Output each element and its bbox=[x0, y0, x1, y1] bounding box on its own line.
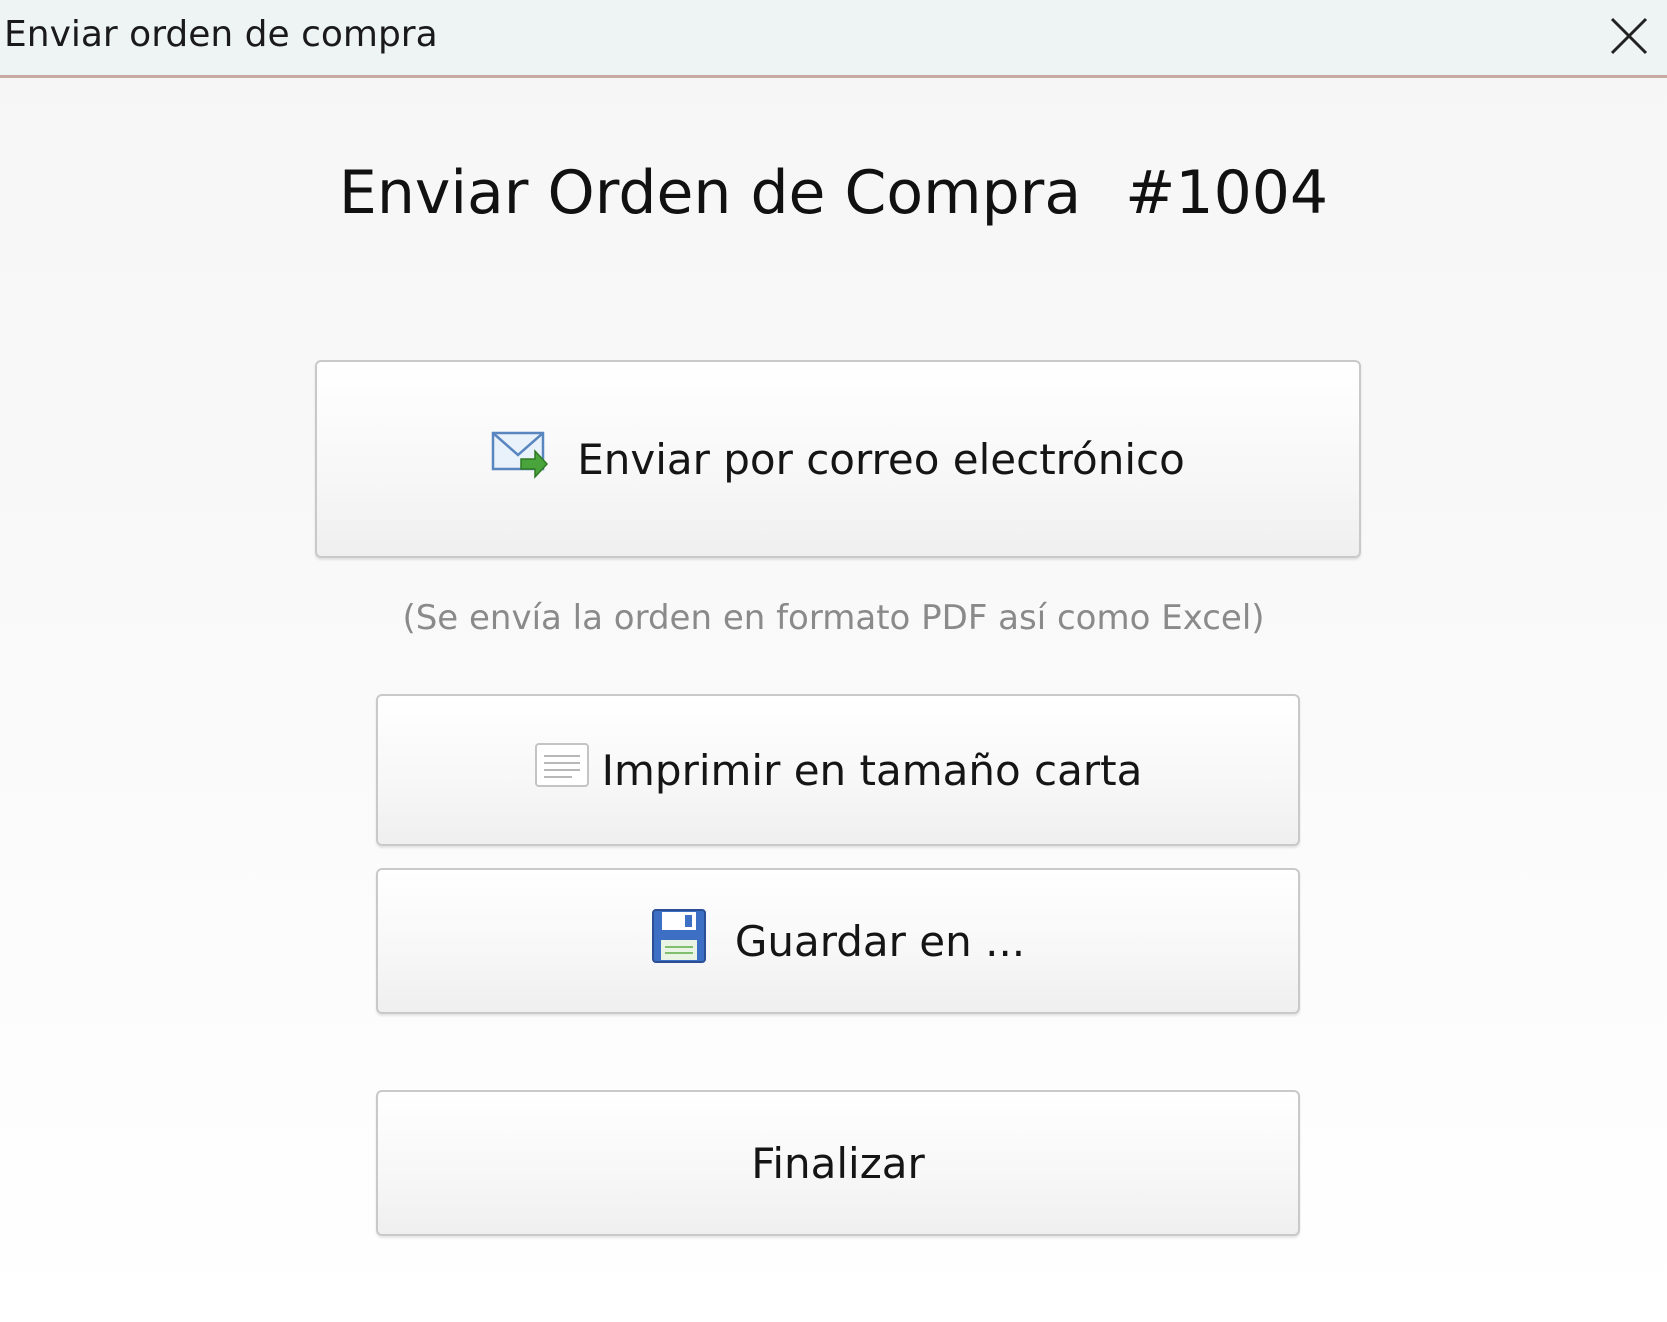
save-to-button[interactable]: Guardar en ... bbox=[376, 868, 1300, 1014]
send-order-dialog: Enviar orden de compra Enviar Orden de C… bbox=[0, 0, 1667, 1322]
document-icon bbox=[534, 740, 590, 800]
window-title: Enviar orden de compra bbox=[4, 14, 438, 55]
page-title: Enviar Orden de Compra #1004 bbox=[0, 158, 1667, 228]
print-letter-label: Imprimir en tamaño carta bbox=[601, 745, 1143, 795]
close-button[interactable] bbox=[1605, 12, 1653, 60]
email-send-icon bbox=[491, 429, 549, 489]
send-email-button[interactable]: Enviar por correo electrónico bbox=[315, 360, 1361, 558]
save-to-label: Guardar en ... bbox=[734, 916, 1026, 966]
title-bar: Enviar orden de compra bbox=[0, 0, 1667, 78]
close-icon bbox=[1610, 17, 1648, 55]
send-email-label: Enviar por correo electrónico bbox=[577, 434, 1185, 484]
print-letter-button[interactable]: Imprimir en tamaño carta bbox=[376, 694, 1300, 846]
order-number: #1004 bbox=[1125, 158, 1329, 228]
email-hint: (Se envía la orden en formato PDF así co… bbox=[402, 598, 1265, 638]
finish-button[interactable]: Finalizar bbox=[376, 1090, 1300, 1236]
page-title-label: Enviar Orden de Compra bbox=[338, 158, 1082, 228]
finish-label: Finalizar bbox=[751, 1138, 925, 1188]
floppy-disk-icon bbox=[651, 908, 707, 974]
